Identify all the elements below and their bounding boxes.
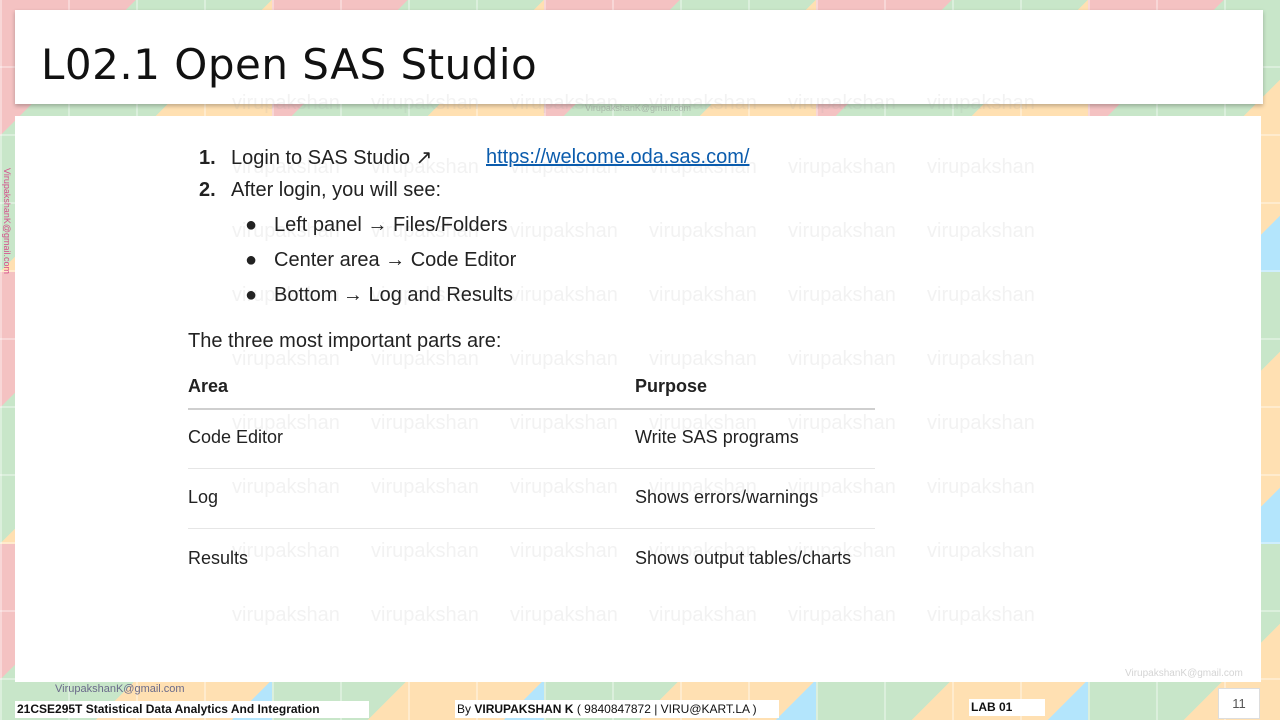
table-cell: Write SAS programs [635,427,799,447]
table-row: Log Shows errors/warnings [188,469,875,529]
step-text: After login, you will see: [231,179,442,201]
footer-course: 21CSE295T Statistical Data Analytics And… [15,701,369,718]
title-band: L02.1 Open SAS Studio [15,10,1263,104]
table-cell: Log [188,487,219,507]
table-header-area: Area [188,376,229,396]
author-name: VIRUPAKSHAN K [474,702,574,716]
step-2: 2. After login, you will see: [199,179,441,202]
sas-studio-link[interactable]: https://welcome.oda.sas.com/ [486,146,749,169]
bullet-dot-icon: ● [245,214,258,236]
table-cell: Code Editor [188,427,284,447]
step-1: 1. Login to SAS Studio ↗ [199,145,432,170]
table-cell: Shows output tables/charts [635,548,852,568]
vertical-email-watermark: VirupakshanK@gmail.com [2,168,12,275]
author-contact: ( 9840847872 | VIRU@KART.LA ) [576,702,757,716]
table-header-row: Area Purpose [188,370,875,410]
bullet-item: ● Bottom → Log and Results [245,284,514,306]
step-number: 2. [199,179,216,201]
table-header-purpose: Purpose [635,376,708,396]
table-cell: Shows errors/warnings [635,487,819,507]
step-number: 1. [199,147,216,169]
bullet-item: ● Center area → Code Editor [245,249,517,271]
table-row: Results Shows output tables/charts [188,529,875,588]
top-watermark-email: VirupakshanK@gmail.com [585,103,692,113]
table-row: Code Editor Write SAS programs [188,409,875,469]
bullet-dot-icon: ● [245,284,258,306]
footer-lab: LAB 01 [969,699,1045,716]
slide-title: L02.1 Open SAS Studio [41,40,538,89]
footer-author: By VIRUPAKSHAN K ( 9840847872 | VIRU@KAR… [455,700,779,718]
footer-email: VirupakshanK@gmail.com [55,683,185,695]
page-number: 11 [1218,688,1260,719]
intro-text: The three most important parts are: [188,330,502,352]
step-text: Login to SAS Studio ↗ [231,147,433,169]
corner-watermark-email: VirupakshanK@gmail.com [1125,668,1243,679]
bullet-dot-icon: ● [245,249,258,271]
table-cell: Results [188,548,249,568]
bullet-item: ● Left panel → Files/Folders [245,214,508,236]
